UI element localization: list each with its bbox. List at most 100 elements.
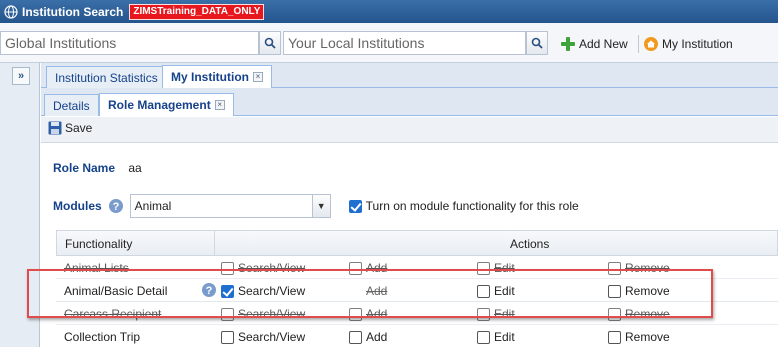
close-icon[interactable]: ×: [214, 100, 225, 110]
global-institutions-input[interactable]: Global Institutions: [0, 31, 259, 55]
search-view-label: Search/View: [238, 307, 306, 321]
remove-label: Remove: [625, 284, 670, 298]
tab-label: Role Management: [108, 98, 211, 112]
primary-tab-strip: Institution Statistics My Institution ×: [41, 63, 778, 88]
edit-checkbox[interactable]: [477, 307, 490, 321]
modules-select-value: Animal: [134, 199, 172, 213]
add-action[interactable]: Add: [349, 307, 387, 321]
save-label: Save: [65, 121, 93, 135]
add-new-button[interactable]: Add New: [560, 33, 628, 55]
search-view-label: Search/View: [238, 284, 306, 298]
magnifier-icon: [264, 37, 276, 49]
tab-my-institution[interactable]: My Institution ×: [162, 65, 272, 88]
chevron-down-icon[interactable]: ▼: [311, 195, 330, 217]
column-header-actions: Actions: [510, 237, 550, 251]
floppy-disk-icon: [48, 121, 62, 135]
add-action: Add: [366, 284, 387, 298]
add-checkbox[interactable]: [349, 307, 362, 321]
expand-panel-button[interactable]: »: [12, 67, 30, 85]
local-institutions-input[interactable]: Your Local Institutions: [283, 31, 526, 55]
modules-label: Modules: [53, 199, 102, 213]
table-row: Animal Lists Search/View Add Edit Remove: [56, 256, 778, 279]
remove-checkbox[interactable]: [608, 261, 621, 275]
tab-label: Institution Statistics: [55, 70, 158, 85]
home-icon: [644, 37, 658, 51]
add-action[interactable]: Add: [349, 330, 387, 344]
modules-row: Modules ? Animal ▼ Turn on module functi…: [53, 194, 579, 218]
search-view-checkbox[interactable]: [221, 284, 234, 298]
my-institution-label: My Institution: [662, 37, 733, 51]
tab-details[interactable]: Details: [44, 94, 99, 116]
search-view-label: Search/View: [238, 261, 306, 275]
search-view-checkbox[interactable]: [221, 261, 234, 275]
table-row: Carcass Recipient Search/View Add Edit R…: [56, 302, 778, 325]
remove-checkbox[interactable]: [608, 330, 621, 344]
svg-text:?: ?: [206, 285, 213, 297]
form-toolbar: Save: [41, 117, 778, 143]
add-label: Add: [366, 261, 388, 275]
role-management-panel: Role Name aa Modules ? Animal ▼ Turn on …: [41, 143, 778, 347]
remove-action[interactable]: Remove: [608, 284, 670, 298]
edit-checkbox[interactable]: [477, 261, 490, 275]
my-institution-button[interactable]: My Institution: [643, 33, 733, 55]
double-chevron-right-icon: »: [17, 70, 25, 82]
tab-role-management[interactable]: Role Management ×: [99, 93, 234, 116]
edit-action[interactable]: Edit: [477, 261, 515, 275]
edit-action[interactable]: Edit: [477, 330, 515, 344]
functionality-name: Animal/Basic Detail: [64, 284, 168, 298]
role-name-row: Role Name aa: [53, 161, 142, 175]
local-search-button[interactable]: [526, 31, 548, 55]
environment-badge: ZIMSTraining_DATA_ONLY: [129, 3, 265, 20]
search-view-action[interactable]: Search/View: [221, 284, 305, 298]
search-view-checkbox[interactable]: [221, 330, 234, 344]
edit-label: Edit: [494, 307, 515, 321]
search-view-action[interactable]: Search/View: [221, 307, 305, 321]
edit-label: Edit: [494, 284, 515, 298]
global-search-button[interactable]: [259, 31, 281, 55]
add-checkbox[interactable]: [349, 261, 362, 275]
edit-checkbox[interactable]: [477, 284, 490, 298]
grid-header: Functionality Actions: [56, 230, 778, 256]
remove-action[interactable]: Remove: [608, 330, 670, 344]
modules-select[interactable]: Animal ▼: [129, 194, 331, 218]
plus-icon: [561, 37, 575, 51]
add-new-label: Add New: [579, 37, 628, 51]
help-icon[interactable]: ?: [108, 198, 124, 214]
edit-label: Edit: [494, 330, 515, 344]
left-rail: »: [0, 63, 40, 347]
table-row: Animal/Basic Detail ? Search/View Add Ed…: [56, 279, 778, 302]
add-label: Add: [366, 307, 388, 321]
turn-on-module-toggle[interactable]: Turn on module functionality for this ro…: [348, 199, 579, 213]
save-button[interactable]: Save: [48, 121, 92, 135]
add-action[interactable]: Add: [349, 261, 387, 275]
add-checkbox[interactable]: [349, 330, 362, 344]
role-name-value: aa: [128, 161, 142, 175]
remove-action[interactable]: Remove: [608, 307, 670, 321]
edit-checkbox[interactable]: [477, 330, 490, 344]
column-header-functionality: Functionality: [65, 237, 133, 251]
window-title: Institution Search: [22, 4, 124, 19]
add-label: Add: [366, 330, 388, 344]
tab-label: My Institution: [171, 70, 249, 84]
close-icon[interactable]: ×: [253, 72, 263, 82]
search-view-label: Search/View: [238, 330, 306, 344]
tab-institution-statistics[interactable]: Institution Statistics: [46, 66, 167, 88]
edit-label: Edit: [494, 261, 515, 275]
edit-action[interactable]: Edit: [477, 284, 515, 298]
help-icon[interactable]: ?: [201, 282, 217, 298]
secondary-tab-strip: Details Role Management ×: [41, 88, 778, 116]
role-name-label: Role Name: [53, 161, 116, 175]
edit-action[interactable]: Edit: [477, 307, 515, 321]
remove-label: Remove: [625, 330, 670, 344]
remove-checkbox[interactable]: [608, 284, 621, 298]
search-bar: Global Institutions Your Local Instituti…: [0, 23, 778, 63]
remove-action[interactable]: Remove: [608, 261, 670, 275]
turn-on-module-label: Turn on module functionality for this ro…: [365, 199, 579, 213]
search-view-action[interactable]: Search/View: [221, 261, 305, 275]
remove-checkbox[interactable]: [608, 307, 621, 321]
search-view-action[interactable]: Search/View: [221, 330, 305, 344]
turn-on-module-checkbox[interactable]: [348, 199, 362, 213]
search-view-checkbox[interactable]: [221, 307, 234, 321]
column-divider: [214, 231, 215, 255]
toolbar-divider: [638, 35, 639, 53]
